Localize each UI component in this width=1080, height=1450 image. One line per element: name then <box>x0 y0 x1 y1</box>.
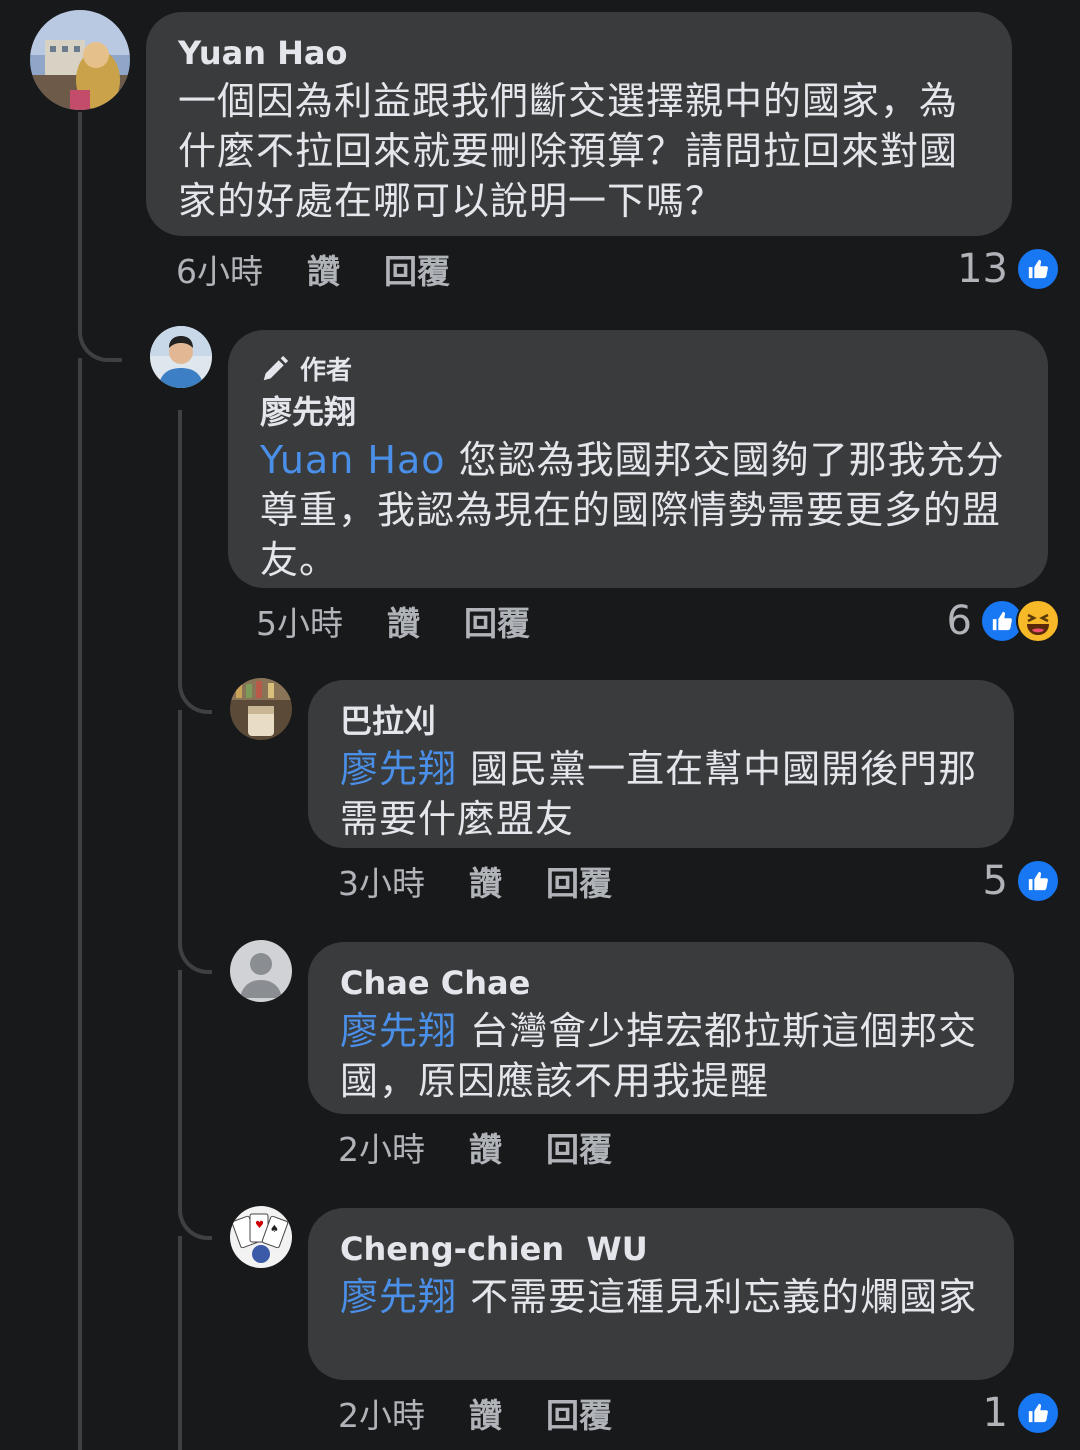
comment-bubble: Chae Chae 廖先翔 台灣會少掉宏都拉斯這個邦交國，原因應該不用我提醒 <box>308 942 1014 1114</box>
comment-meta: 5小時 讚 回覆 <box>256 596 574 646</box>
like-icon <box>1016 247 1060 291</box>
comment-author[interactable]: Cheng-chien WU <box>340 1230 982 1268</box>
comment-text: 廖先翔 不需要這種見利忘義的爛國家 <box>340 1272 982 1322</box>
comment-bubble: 作者 廖先翔 Yuan Hao 您認為我國邦交國夠了那我充分尊重，我認為現在的國… <box>228 330 1048 588</box>
comment-meta: 6小時 讚 回覆 <box>176 244 494 294</box>
comment-meta: 2小時 讚 回覆 <box>338 1122 656 1172</box>
comment-timestamp[interactable]: 2小時 <box>338 1123 425 1171</box>
avatar[interactable]: ♥ ♠ <box>230 1206 292 1268</box>
mention-link[interactable]: 廖先翔 <box>340 1009 457 1053</box>
mention-link[interactable]: Yuan Hao <box>260 438 446 482</box>
comment-text: 廖先翔 台灣會少掉宏都拉斯這個邦交國，原因應該不用我提醒 <box>340 1006 982 1106</box>
comment-meta: 3小時 讚 回覆 <box>338 856 656 906</box>
comment-author[interactable]: Yuan Hao <box>178 34 980 72</box>
like-button[interactable]: 讚 <box>469 857 502 905</box>
default-avatar-icon[interactable] <box>230 940 292 1002</box>
thread-line-reply-rest <box>178 1236 182 1450</box>
svg-text:♥: ♥ <box>255 1220 264 1231</box>
comment-text: 一個因為利益跟我們斷交選擇親中的國家，為什麼不拉回來就要刪除預算？請問拉回來對國… <box>178 79 959 223</box>
comment-timestamp[interactable]: 6小時 <box>176 245 263 293</box>
like-button[interactable]: 讚 <box>469 1123 502 1171</box>
like-icon <box>1016 859 1060 903</box>
comment-text: 廖先翔 國民黨一直在幫中國開後門那需要什麼盟友 <box>340 744 982 844</box>
svg-text:♠: ♠ <box>270 1224 279 1235</box>
comment-bubble: 巴拉刈 廖先翔 國民黨一直在幫中國開後門那需要什麼盟友 <box>308 680 1014 848</box>
comment-timestamp[interactable]: 3小時 <box>338 857 425 905</box>
avatar[interactable] <box>150 326 212 388</box>
thread-line-reply-3 <box>178 970 212 1240</box>
like-button[interactable]: 讚 <box>307 245 340 293</box>
reaction-summary[interactable]: 6 <box>947 596 1060 646</box>
mention-link[interactable]: 廖先翔 <box>340 1275 457 1319</box>
comment-timestamp[interactable]: 5小時 <box>256 597 343 645</box>
reaction-summary[interactable]: 5 <box>983 856 1060 906</box>
comment-bubble: Yuan Hao 一個因為利益跟我們斷交選擇親中的國家，為什麼不拉回來就要刪除預… <box>146 12 1012 236</box>
comment-text: Yuan Hao 您認為我國邦交國夠了那我充分尊重，我認為現在的國際情勢需要更多… <box>260 435 1016 585</box>
author-badge: 作者 <box>260 350 1016 387</box>
comment-author[interactable]: 巴拉刈 <box>340 702 982 740</box>
like-button[interactable]: 讚 <box>387 597 420 645</box>
reply-button[interactable]: 回覆 <box>384 245 450 293</box>
comment-timestamp[interactable]: 2小時 <box>338 1389 425 1437</box>
reply-button[interactable]: 回覆 <box>546 857 612 905</box>
reaction-count: 13 <box>957 246 1008 292</box>
thread-line-main <box>78 112 122 362</box>
comment-author[interactable]: 廖先翔 <box>260 393 1016 431</box>
author-badge-label: 作者 <box>300 356 353 386</box>
mention-link[interactable]: 廖先翔 <box>340 747 457 791</box>
avatar[interactable] <box>30 10 130 110</box>
thread-line-reply-1 <box>178 410 212 714</box>
reaction-count: 6 <box>946 598 972 644</box>
comment-bubble: Cheng-chien WU 廖先翔 不需要這種見利忘義的爛國家 <box>308 1208 1014 1380</box>
reaction-count: 5 <box>982 858 1008 904</box>
thread-line-reply-2 <box>178 710 212 974</box>
like-button[interactable]: 讚 <box>469 1389 502 1437</box>
reaction-summary[interactable]: 1 <box>983 1388 1060 1438</box>
like-icon <box>1016 1391 1060 1435</box>
reply-button[interactable]: 回覆 <box>464 597 530 645</box>
reaction-summary[interactable]: 13 <box>957 244 1060 294</box>
comment-meta: 2小時 讚 回覆 <box>338 1388 656 1438</box>
thread-line-main-rest <box>78 358 82 1450</box>
comment-author[interactable]: Chae Chae <box>340 964 982 1002</box>
reply-button[interactable]: 回覆 <box>546 1389 612 1437</box>
reaction-count: 1 <box>982 1390 1008 1436</box>
comment-body: 不需要這種見利忘義的爛國家 <box>457 1275 978 1319</box>
haha-icon <box>1016 599 1060 643</box>
reply-button[interactable]: 回覆 <box>546 1123 612 1171</box>
pencil-icon <box>263 355 289 380</box>
avatar[interactable] <box>230 678 292 740</box>
